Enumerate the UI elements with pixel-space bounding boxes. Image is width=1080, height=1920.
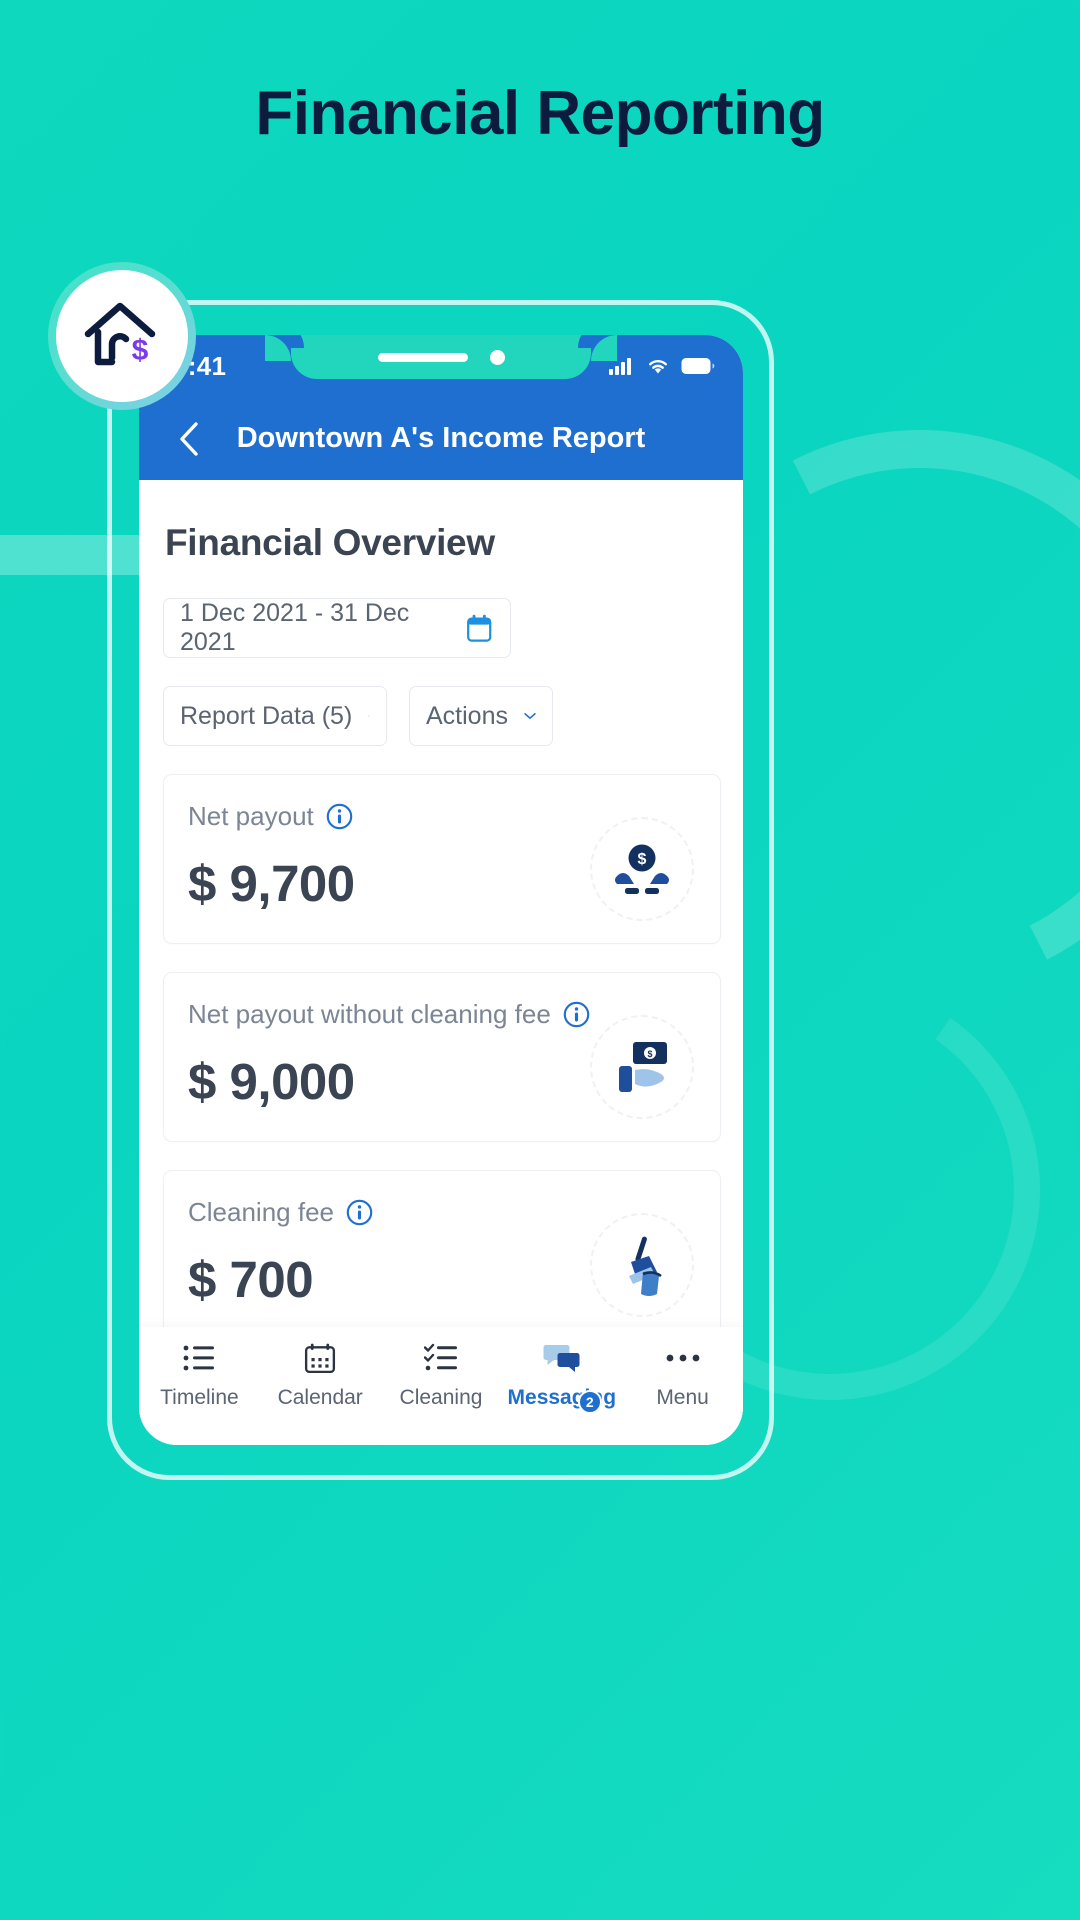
broom-bucket-icon [590,1213,694,1317]
actions-label: Actions [426,701,508,730]
card-label: Net payout [188,801,314,831]
ellipsis-icon [665,1339,701,1377]
actions-dropdown[interactable]: Actions [409,686,553,746]
nav-item-timeline[interactable]: Timeline [139,1339,260,1410]
card-label: Cleaning fee [188,1197,334,1227]
nav-item-cleaning[interactable]: Cleaning [381,1339,502,1410]
phone-notch [265,335,617,379]
calendar-icon [466,614,491,642]
info-icon[interactable] [326,803,353,830]
info-icon[interactable] [346,1199,373,1226]
app-title: Downtown A's Income Report [236,422,646,454]
nav-item-menu[interactable]: Menu [622,1339,743,1410]
report-data-label: Report Data (5) [180,701,353,730]
hands-holding-coin-icon: $ [590,817,694,921]
report-data-dropdown[interactable]: Report Data (5) [163,686,387,746]
filter-dropdown-row: Report Data (5) Actions [163,686,721,746]
chevron-down-icon [368,715,370,717]
card-label: Net payout without cleaning fee [188,999,551,1029]
bottom-navigation-bar: Timeline Calendar Cleaning Messaging 2 M… [139,1327,743,1445]
chevron-left-icon [180,421,198,456]
section-title: Financial Overview [165,522,495,563]
list-icon [182,1339,216,1377]
messaging-badge: 2 [577,1390,602,1414]
checklist-icon [423,1339,458,1377]
chat-icon [543,1339,581,1377]
page-title: Financial Reporting [255,79,825,148]
info-icon[interactable] [563,1001,590,1028]
nav-item-calendar[interactable]: Calendar [260,1339,381,1410]
logo-badge: $ [56,270,188,402]
house-icon: $ [84,302,156,367]
nav-item-messaging[interactable]: Messaging 2 [501,1339,622,1414]
speaker-grill [377,352,468,362]
nav-label: Cleaning [399,1386,483,1409]
date-range-value: 1 Dec 2021 - 31 Dec 2021 [180,599,410,656]
back-button[interactable] [167,417,211,461]
wifi-icon [649,360,667,374]
svg-text:$: $ [638,851,647,868]
app-header: 9:41 Downtown A's Income Report [139,335,743,480]
nav-label: Timeline [160,1386,239,1409]
metric-card-net-payout-without-cleaning-fee[interactable]: Net payout without cleaning fee $ 9,000 … [163,972,721,1142]
app-body: Financial Overview 1 Dec 2021 - 31 Dec 2… [139,522,743,1445]
metric-card-cleaning-fee[interactable]: Cleaning fee $ 700 [163,1170,721,1340]
nav-label: Calendar [277,1386,363,1409]
app-nav-row: Downtown A's Income Report [139,397,743,480]
metric-card-net-payout[interactable]: Net payout $ 9,700 $ [163,774,721,944]
front-camera-dot [489,349,505,365]
svg-text:$: $ [647,1049,652,1059]
nav-label: Menu [656,1386,709,1409]
date-range-field[interactable]: 1 Dec 2021 - 31 Dec 2021 [163,598,511,658]
hand-holding-money-icon: $ [590,1015,694,1119]
phone-screen: 9:41 Downtown A's Income Report Financia… [139,335,743,1445]
calendar-icon [304,1339,336,1377]
status-icons [609,357,715,375]
chevron-down-icon [524,712,536,720]
dollar-glyph: $ [132,334,149,367]
battery-icon [681,358,715,374]
